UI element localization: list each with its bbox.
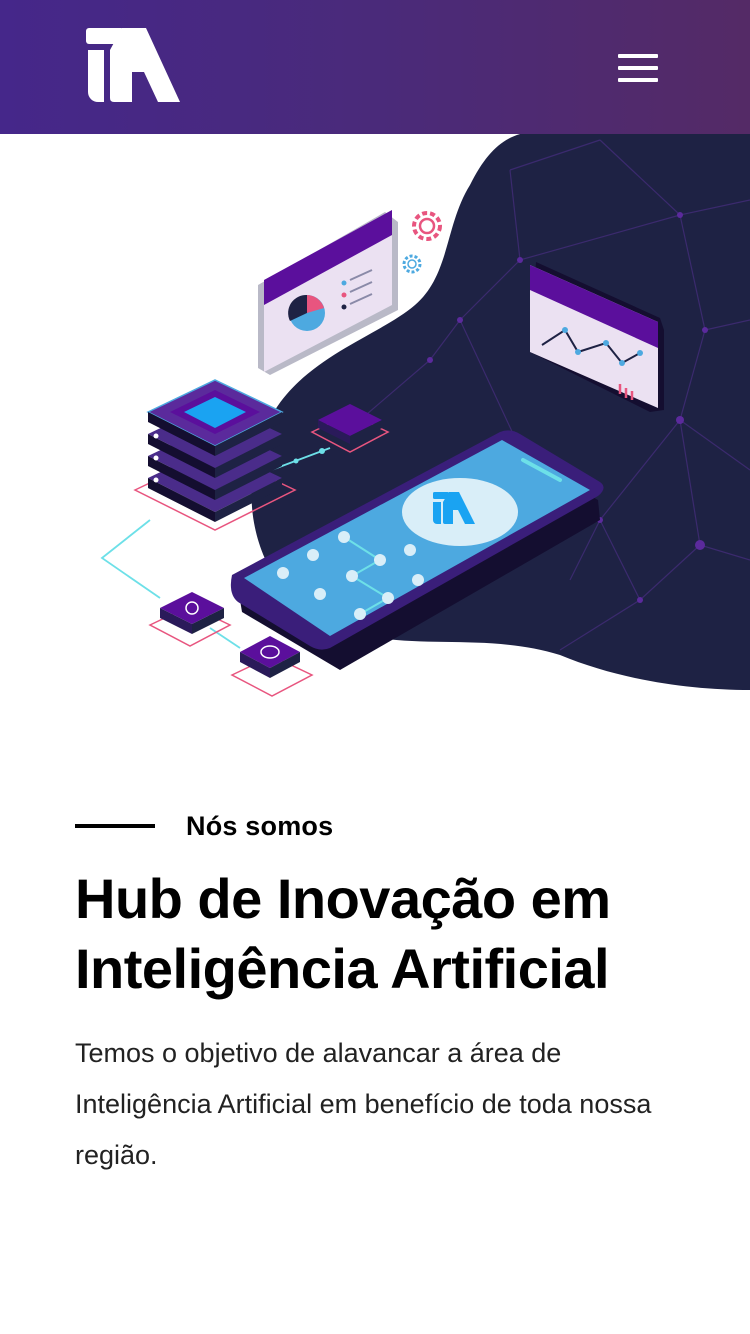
eyebrow-text: Nós somos (186, 810, 334, 841)
ia-logo[interactable] (86, 28, 180, 104)
power-chip-icon (148, 592, 232, 647)
hero-illustration (0, 134, 750, 704)
hamburger-menu-icon[interactable] (610, 48, 666, 88)
page-description: Temos o objetivo de alavancar a área de … (75, 1038, 652, 1170)
site-header (0, 0, 750, 134)
gear-icon (402, 211, 442, 274)
page-title: Hub de Inovação em Inteligência Artifici… (75, 867, 611, 1000)
section-eyebrow: Nós somos (75, 806, 333, 846)
eyebrow-divider (75, 824, 155, 828)
